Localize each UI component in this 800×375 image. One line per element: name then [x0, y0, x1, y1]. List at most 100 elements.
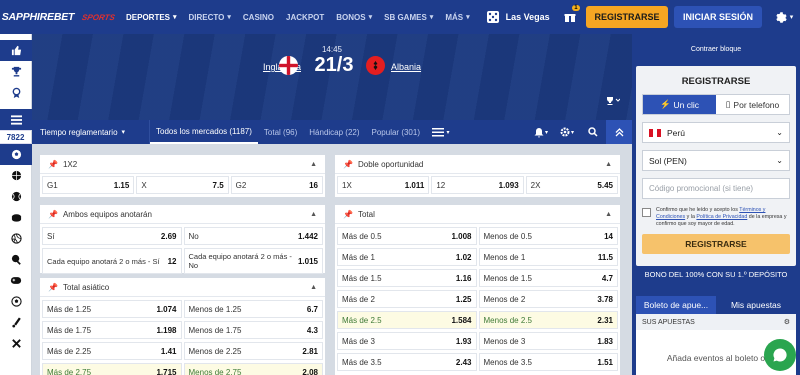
login-button[interactable]: INICIAR SESIÓN [674, 6, 762, 28]
nav-item-1[interactable]: DIRECTO ▾ [183, 0, 237, 34]
collapse-block-button[interactable]: Contraer bloque [632, 34, 800, 64]
odd-button[interactable]: 1X 1.011 [337, 176, 430, 194]
list-view-button[interactable]: ▾ [426, 120, 456, 144]
market-tab-2[interactable]: Hándicap (22) [303, 120, 365, 144]
sidebar-sport-volleyball[interactable] [0, 228, 32, 249]
market-tab-0[interactable]: Todos los mercados (1187) [150, 120, 258, 144]
odd-button[interactable]: Más de 1.75 1.198 [42, 321, 182, 339]
chat-button[interactable] [764, 339, 796, 371]
odd-button[interactable]: No 1.442 [183, 227, 323, 245]
privacy-link[interactable]: Política de Privacidad [696, 214, 747, 220]
nav-item-6[interactable]: MÁS ▾ [439, 0, 475, 34]
sidebar-sport-cricket[interactable] [0, 312, 32, 333]
tab-my-bets[interactable]: Mis apuestas [716, 296, 796, 314]
odd-button[interactable]: Sí 2.69 [42, 227, 182, 245]
chevron-up-icon[interactable]: ▲ [310, 284, 317, 291]
team2-name[interactable]: Albania [391, 62, 421, 72]
market-tab-1[interactable]: Total (96) [258, 120, 303, 144]
promo-logo[interactable]: SPORTS [76, 0, 120, 34]
odd-button[interactable]: Más de 1 1.02 [337, 248, 477, 266]
odd-button[interactable]: G1 1.15 [42, 176, 135, 194]
pin-icon[interactable]: 📌 [48, 160, 58, 169]
country-select[interactable]: Perú ⌄ [642, 122, 790, 143]
odd-button[interactable]: Menos de 1.25 6.7 [183, 300, 323, 318]
pin-icon[interactable]: 📌 [343, 210, 353, 219]
nav-item-4[interactable]: BONOS ▾ [330, 0, 378, 34]
odd-button[interactable]: Cada equipo anotará 2 o más - Sí 12 [42, 248, 182, 274]
tab-bet-slip[interactable]: Boleto de apue... [636, 296, 716, 314]
sidebar-favorites[interactable] [0, 40, 32, 61]
tournament-trophy-icon[interactable] [606, 96, 620, 105]
nav-item-0[interactable]: DEPORTES ▾ [120, 0, 183, 34]
sidebar-sport-hockey[interactable] [0, 207, 32, 228]
odd-button[interactable]: Más de 2.75 1.715 [42, 363, 182, 375]
odd-button[interactable]: Más de 1.5 1.16 [337, 269, 477, 287]
tab-one-click[interactable]: ⚡ Un clic [643, 95, 716, 114]
odd-button[interactable]: Más de 3.5 2.43 [337, 353, 477, 371]
sidebar-sport-esports[interactable] [0, 270, 32, 291]
market-settings-button[interactable]: ▾ [554, 120, 580, 144]
bonus-banner[interactable]: BONO DEL 100% CON SU 1.º DEPÓSITO [636, 270, 796, 279]
currency-select[interactable]: Sol (PEN) ⌄ [642, 150, 790, 171]
odd-button[interactable]: Menos de 1 11.5 [478, 248, 618, 266]
odd-button[interactable]: Menos de 1.5 4.7 [478, 269, 618, 287]
brand-logo[interactable]: SAPPHIREBET [0, 0, 76, 34]
sidebar-awards[interactable] [0, 82, 32, 103]
odd-value: 11.5 [597, 252, 613, 262]
odd-button[interactable]: Menos de 2 3.78 [478, 290, 618, 308]
nav-item-label: BONOS [336, 12, 366, 22]
sidebar-sport-table-tennis[interactable] [0, 249, 32, 270]
chevron-up-icon[interactable]: ▲ [605, 211, 612, 218]
notifications-button[interactable]: ▾ [528, 120, 554, 144]
odd-button[interactable]: Más de 2 1.25 [337, 290, 477, 308]
period-select[interactable]: Tiempo reglamentario ▾ [32, 120, 150, 144]
sidebar-sport-basketball[interactable] [0, 165, 32, 186]
sidebar-menu[interactable] [0, 109, 32, 130]
odd-button[interactable]: Más de 1.25 1.074 [42, 300, 182, 318]
odd-button[interactable]: Menos de 2.5 2.31 [478, 311, 618, 329]
nav-item-2[interactable]: CASINO [237, 0, 280, 34]
odd-button[interactable]: X 7.5 [136, 176, 229, 194]
chevron-up-icon[interactable]: ▲ [310, 211, 317, 218]
settings-button[interactable]: ▾ [770, 6, 798, 28]
chevron-up-icon[interactable]: ▲ [605, 161, 612, 168]
las-vegas-link[interactable]: Las Vegas [476, 0, 560, 34]
market-tab-3[interactable]: Popular (301) [366, 120, 426, 144]
odd-button[interactable]: Más de 3 1.93 [337, 332, 477, 350]
odd-button[interactable]: Más de 2.25 1.41 [42, 342, 182, 360]
chevron-down-icon: ▾ [429, 14, 434, 21]
chevron-up-icon[interactable]: ▲ [310, 161, 317, 168]
hockey-puck-icon [11, 214, 21, 222]
collapse-all-button[interactable] [606, 120, 632, 144]
odd-button[interactable]: Menos de 0.5 14 [478, 227, 618, 245]
odd-button[interactable]: Menos de 2.25 2.81 [183, 342, 323, 360]
slip-settings-icon[interactable]: ⚙ [784, 318, 790, 326]
odd-button[interactable]: 12 1.093 [431, 176, 524, 194]
odd-button[interactable]: G2 16 [230, 176, 323, 194]
odd-button[interactable]: Menos de 1.75 4.3 [183, 321, 323, 339]
gift-button[interactable]: 1 [560, 0, 580, 34]
odd-button[interactable]: Menos de 3 1.83 [478, 332, 618, 350]
odd-button[interactable]: Cada equipo anotará 2 o más - No 1.015 [183, 248, 323, 274]
sidebar-sport-football[interactable] [0, 144, 32, 165]
sidebar-tournaments[interactable] [0, 61, 32, 82]
search-button[interactable] [580, 120, 606, 144]
terms-checkbox[interactable] [642, 208, 651, 217]
nav-item-5[interactable]: SB GAMES ▾ [378, 0, 439, 34]
nav-item-3[interactable]: JACKPOT [280, 0, 330, 34]
register-button[interactable]: REGISTRARSE [586, 6, 668, 28]
odd-button[interactable]: 2X 5.45 [525, 176, 618, 194]
tab-by-phone[interactable]: ▯ Por telefono [716, 95, 789, 114]
odd-button[interactable]: Menos de 2.75 2.08 [183, 363, 323, 375]
odd-button[interactable]: Más de 2.5 1.584 [337, 311, 477, 329]
odd-button[interactable]: Más de 0.5 1.008 [337, 227, 477, 245]
pin-icon[interactable]: 📌 [48, 210, 58, 219]
register-submit-button[interactable]: REGISTRARSE [642, 234, 790, 254]
pin-icon[interactable]: 📌 [343, 160, 353, 169]
promo-code-input[interactable]: Código promocional (si tiene) [642, 178, 790, 199]
pin-icon[interactable]: 📌 [48, 283, 58, 292]
odd-button[interactable]: Menos de 3.5 1.51 [478, 353, 618, 371]
sidebar-sport-tennis[interactable] [0, 186, 32, 207]
sidebar-sport-football-alt[interactable] [0, 291, 32, 312]
sidebar-sport-fighting[interactable] [0, 333, 32, 354]
